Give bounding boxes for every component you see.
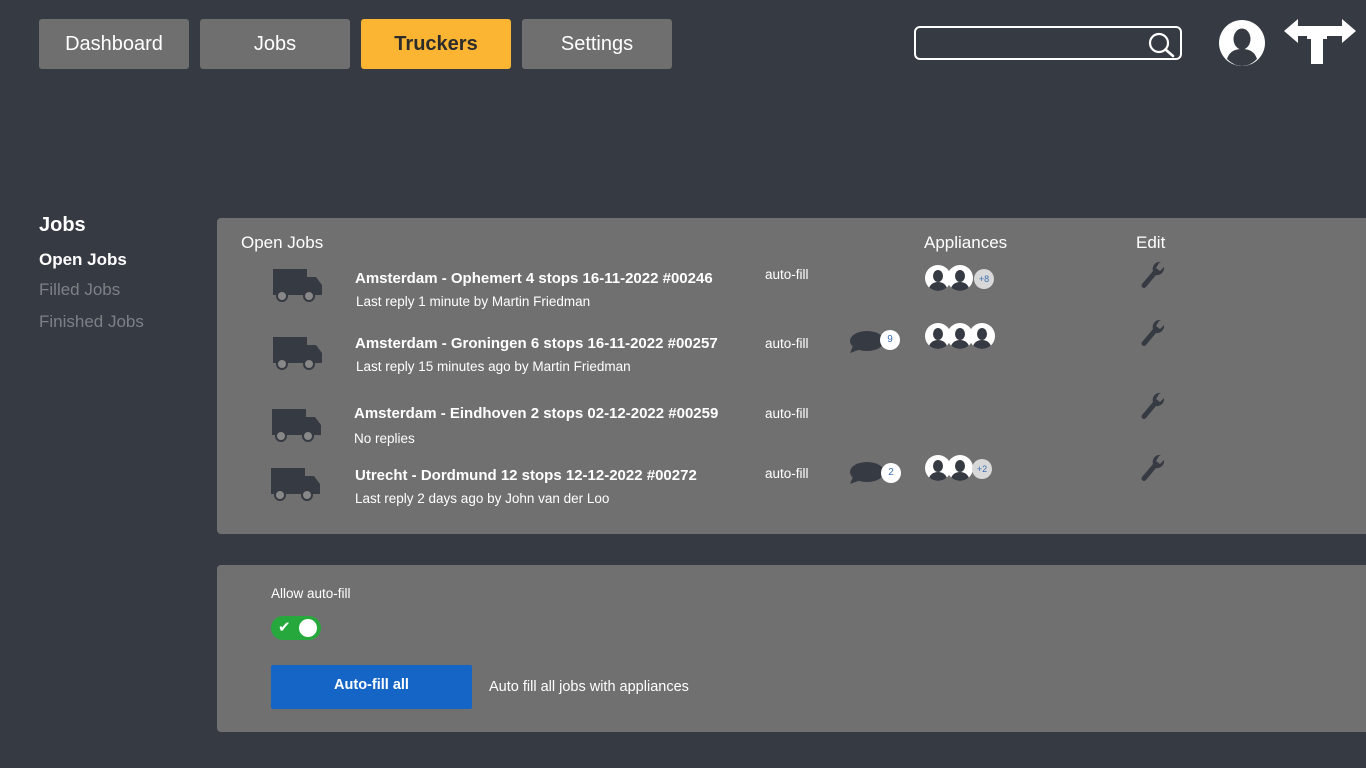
directions-sign-icon[interactable] [1284, 17, 1356, 70]
job-last-reply: Last reply 15 minutes ago by Martin Frie… [356, 359, 631, 374]
autofill-link[interactable]: auto-fill [765, 267, 809, 282]
open-jobs-panel: Open Jobs Appliances Edit Amsterdam - Op… [217, 218, 1366, 534]
job-title[interactable]: Amsterdam - Groningen 6 stops 16-11-2022… [355, 335, 718, 352]
search-input[interactable] [922, 32, 1146, 56]
toggle-knob [299, 619, 317, 637]
appliances-header: Appliances [924, 233, 1008, 252]
tab-settings[interactable]: Settings [522, 19, 672, 69]
open-jobs-header: Open Jobs [241, 233, 324, 252]
tab-truckers[interactable]: Truckers [361, 19, 511, 69]
sidebar-item-open-jobs[interactable]: Open Jobs [39, 250, 127, 270]
chat-bubble-icon[interactable] [849, 330, 885, 359]
sidebar-item-filled-jobs[interactable]: Filled Jobs [39, 280, 120, 300]
wrench-icon[interactable] [1139, 318, 1165, 353]
sidebar-item-finished-jobs[interactable]: Finished Jobs [39, 312, 144, 332]
more-appliances-badge: +2 [972, 459, 992, 479]
autofill-description: Auto fill all jobs with appliances [489, 679, 689, 695]
wrench-icon[interactable] [1139, 391, 1165, 426]
job-last-reply: Last reply 2 days ago by John van der Lo… [355, 491, 610, 506]
wrench-icon[interactable] [1139, 453, 1165, 488]
allow-autofill-label: Allow auto-fill [271, 586, 351, 601]
user-avatar-icon[interactable] [1218, 19, 1266, 72]
check-icon: ✔ [278, 619, 291, 636]
message-count-badge: 9 [880, 330, 900, 350]
job-title[interactable]: Amsterdam - Eindhoven 2 stops 02-12-2022… [354, 405, 718, 422]
chat-bubble-icon[interactable] [849, 461, 885, 490]
truck-icon [273, 335, 323, 375]
autofill-all-button[interactable]: Auto-fill all [271, 665, 472, 709]
wrench-icon[interactable] [1139, 260, 1165, 295]
tab-jobs[interactable]: Jobs [200, 19, 350, 69]
truck-icon [273, 267, 323, 307]
avatar [947, 265, 973, 291]
autofill-link[interactable]: auto-fill [765, 406, 809, 421]
job-last-reply: No replies [354, 431, 415, 446]
job-last-reply: Last reply 1 minute by Martin Friedman [356, 294, 591, 309]
allow-autofill-toggle[interactable]: ✔ [271, 616, 321, 640]
autofill-link[interactable]: auto-fill [765, 336, 809, 351]
search-box [914, 26, 1182, 60]
tab-dashboard[interactable]: Dashboard [39, 19, 189, 69]
truck-icon [272, 407, 322, 447]
more-appliances-badge: +8 [974, 269, 994, 289]
message-count-badge: 2 [881, 463, 901, 483]
avatar [947, 455, 973, 481]
job-title[interactable]: Amsterdam - Ophemert 4 stops 16-11-2022 … [355, 270, 713, 287]
autofill-link[interactable]: auto-fill [765, 466, 809, 481]
search-icon[interactable] [1148, 32, 1176, 63]
truck-icon [271, 466, 321, 506]
job-title[interactable]: Utrecht - Dordmund 12 stops 12-12-2022 #… [355, 467, 697, 484]
sidebar-title: Jobs [39, 214, 86, 236]
avatar [969, 323, 995, 349]
edit-header: Edit [1136, 233, 1166, 252]
